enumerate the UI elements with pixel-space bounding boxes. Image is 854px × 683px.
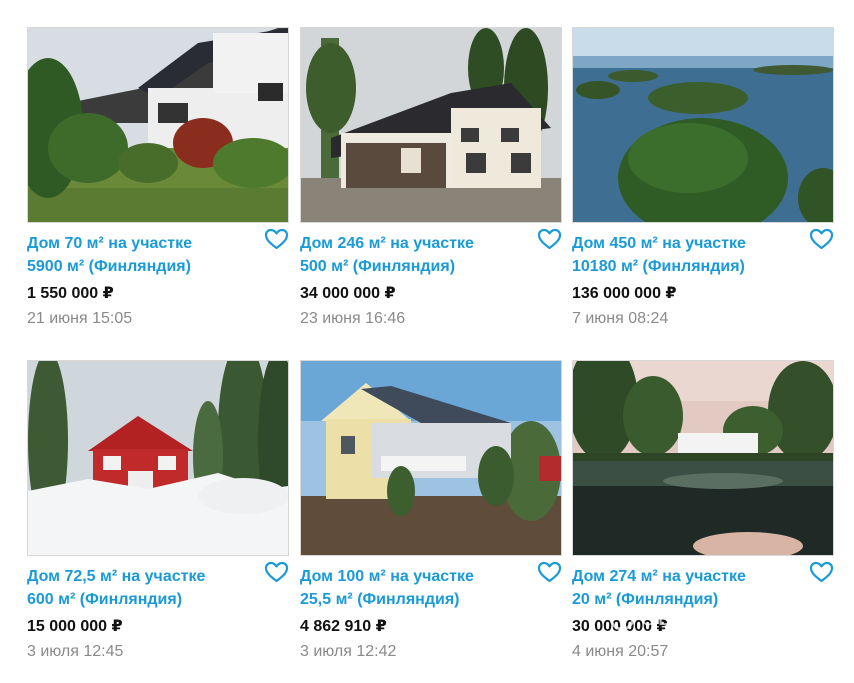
listing-title-line[interactable]: Дом 100 м² на участке (300, 565, 532, 588)
listing-date: 23 июня 16:46 (300, 310, 406, 327)
listing-title-line[interactable]: Дом 70 м² на участке (27, 232, 259, 255)
listing-title-line[interactable]: 500 м² (Финляндия) (300, 255, 532, 278)
house-photo-1 (28, 28, 288, 222)
listing-photo[interactable] (27, 27, 289, 223)
listing-title-line[interactable]: 25,5 м² (Финляндия) (300, 588, 532, 611)
listing-title-line[interactable]: 10180 м² (Финляндия) (572, 255, 804, 278)
listing-date: 4 июня 20:57 (572, 643, 669, 660)
listing-title-line[interactable]: Дом 246 м² на участке (300, 232, 532, 255)
listing-title[interactable]: Дом 450 м² на участке 10180 м² (Финлянди… (572, 232, 804, 278)
listing-title[interactable]: Дом 70 м² на участке 5900 м² (Финляндия) (27, 232, 259, 278)
listing-date: 3 июля 12:45 (27, 643, 124, 660)
listing-title[interactable]: Дом 100 м² на участке 25,5 м² (Финляндия… (300, 565, 532, 611)
listing-price: 34 000 000 ₽ (300, 285, 396, 302)
listing-price: 15 000 000 ₽ (27, 618, 123, 635)
listing-photo[interactable] (300, 27, 562, 223)
listing-price: 30 000 000 ₽ (572, 618, 668, 635)
listing-title-line[interactable]: Дом 450 м² на участке (572, 232, 804, 255)
listing-title[interactable]: Дом 246 м² на участке 500 м² (Финляндия) (300, 232, 532, 278)
listing-photo[interactable] (27, 360, 289, 556)
listing-title-line[interactable]: Дом 274 м² на участке (572, 565, 804, 588)
lake-house-photo-6 (573, 361, 833, 555)
listing-price: 1 550 000 ₽ (27, 285, 114, 302)
listing-photo[interactable] (572, 27, 834, 223)
listing-photo[interactable] (572, 360, 834, 556)
listing-price: 136 000 000 ₽ (572, 285, 677, 302)
heart-icon[interactable] (809, 228, 834, 250)
lake-photo-3 (573, 28, 833, 222)
heart-icon[interactable] (809, 561, 834, 583)
listing-photo[interactable] (300, 360, 562, 556)
listing-title[interactable]: Дом 72,5 м² на участке 600 м² (Финляндия… (27, 565, 259, 611)
listing-date: 21 июня 15:05 (27, 310, 133, 327)
house-photo-2 (301, 28, 561, 222)
listing-title[interactable]: Дом 274 м² на участке 20 м² (Финляндия) (572, 565, 804, 611)
house-photo-5 (301, 361, 561, 555)
listing-price: 4 862 910 ₽ (300, 618, 387, 635)
heart-icon[interactable] (537, 561, 562, 583)
heart-icon[interactable] (264, 228, 289, 250)
heart-icon[interactable] (264, 561, 289, 583)
listing-title-line[interactable]: 5900 м² (Финляндия) (27, 255, 259, 278)
heart-icon[interactable] (537, 228, 562, 250)
house-photo-4 (28, 361, 288, 555)
listing-title-line[interactable]: Дом 72,5 м² на участке (27, 565, 259, 588)
listing-date: 7 июня 08:24 (572, 310, 669, 327)
listing-title-line[interactable]: 600 м² (Финляндия) (27, 588, 259, 611)
listing-title-line[interactable]: 20 м² (Финляндия) (572, 588, 804, 611)
listing-date: 3 июля 12:42 (300, 643, 397, 660)
